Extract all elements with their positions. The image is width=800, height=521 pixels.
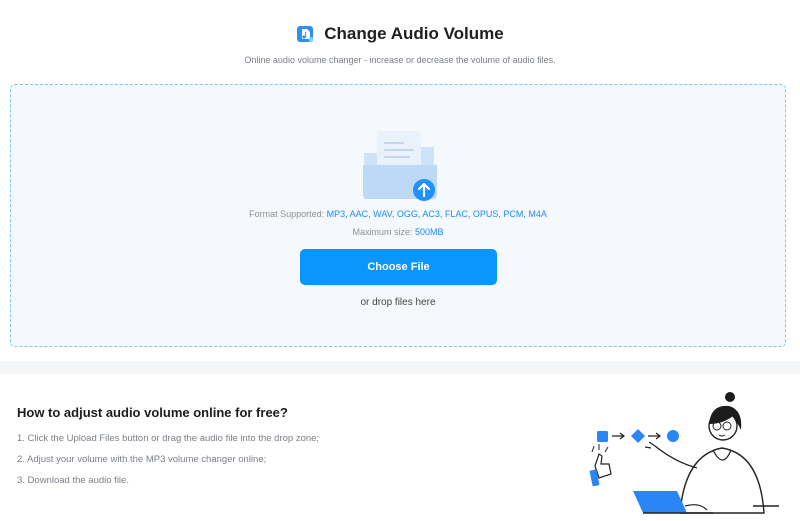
max-size-label: Maximum size: (352, 227, 413, 237)
section-divider (0, 361, 800, 374)
step-item: 2. Adjust your volume with the MP3 volum… (17, 454, 267, 465)
step-item: 3. Download the audio file. (17, 475, 129, 486)
drop-hint: or drop files here (360, 297, 436, 308)
title-row: Change Audio Volume (0, 24, 800, 44)
step-item: 1. Click the Upload Files button or drag… (17, 433, 320, 444)
howto-section: How to adjust audio volume online for fr… (0, 374, 800, 521)
audio-file-icon (297, 26, 314, 42)
max-size-value: 500MB (415, 227, 444, 237)
howto-steps: 1. Click the Upload Files button or drag… (17, 432, 319, 495)
supported-formats: Format Supported: MP3, AAC, WAV, OGG, AC… (11, 209, 785, 219)
page-title: Change Audio Volume (324, 24, 504, 43)
formats-label: Format Supported: (249, 209, 325, 219)
howto-title: How to adjust audio volume online for fr… (17, 405, 288, 420)
page-header: Change Audio Volume Online audio volume … (0, 0, 800, 84)
formats-value: MP3, AAC, WAV, OGG, AC3, FLAC, OPUS, PCM… (326, 209, 547, 219)
file-drop-zone[interactable]: Format Supported: MP3, AAC, WAV, OGG, AC… (10, 84, 786, 347)
person-with-laptop-illustration (589, 392, 779, 514)
page-subtitle: Online audio volume changer - increase o… (244, 55, 556, 65)
choose-file-button[interactable]: Choose File (300, 249, 497, 285)
max-size: Maximum size: 500MB (11, 227, 785, 237)
upload-folder-icon (363, 131, 437, 201)
